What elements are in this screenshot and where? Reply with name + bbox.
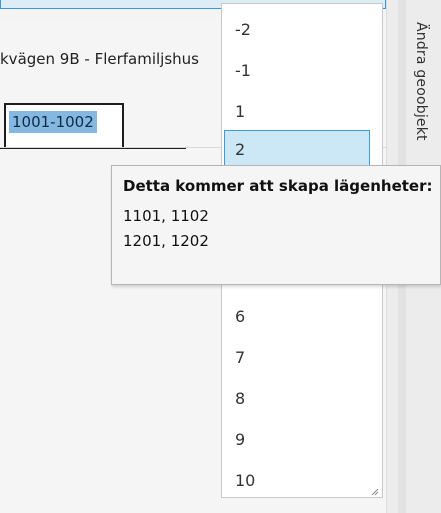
tooltip: Detta kommer att skapa lägenheter: 1101,… [111, 165, 441, 285]
dropdown-item[interactable]: -1 [224, 51, 370, 90]
dropdown-item[interactable]: 10 [224, 461, 370, 500]
tooltip-line: 1101, 1102 [123, 207, 209, 225]
side-tab-edit-features[interactable]: Ändra geoobjekt [413, 22, 429, 141]
address-label: kvägen 9B - Flerfamiljshus [0, 50, 199, 68]
unit-range-field[interactable]: 1001-1002 [4, 103, 124, 147]
dropdown-item[interactable]: 8 [224, 379, 370, 418]
resize-grip-icon[interactable] [371, 488, 379, 496]
dropdown-item[interactable]: 9 [224, 420, 370, 459]
dropdown-item[interactable]: 7 [224, 338, 370, 377]
tooltip-line: 1201, 1202 [123, 232, 209, 250]
dropdown-item-selected[interactable]: 2 [224, 130, 370, 169]
tooltip-title: Detta kommer att skapa lägenheter: [123, 177, 433, 195]
dropdown-item[interactable]: 6 [224, 297, 370, 336]
dropdown-item[interactable]: 1 [224, 92, 370, 131]
dropdown-item[interactable]: -2 [224, 10, 370, 49]
unit-range-value[interactable]: 1001-1002 [9, 111, 97, 133]
